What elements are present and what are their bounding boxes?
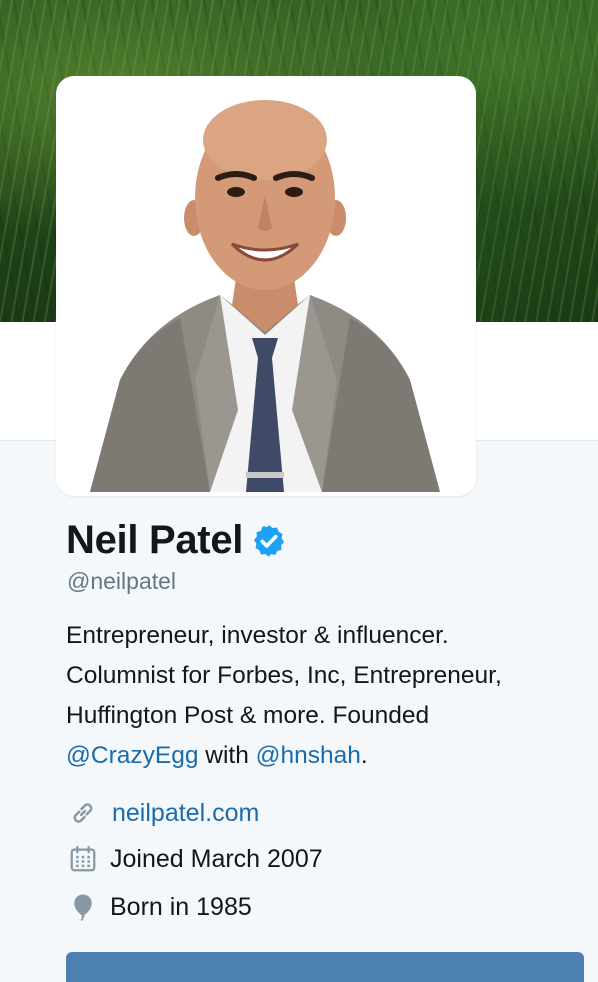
link-icon	[66, 796, 100, 830]
bio-line: Entrepreneur, investor & influencer.	[66, 622, 449, 649]
profile-action-button[interactable]	[66, 952, 584, 982]
bio-text: with	[198, 742, 256, 769]
verified-badge-icon	[254, 524, 285, 557]
bio-line: Columnist for Forbes, Inc, Entrepreneur,	[66, 662, 502, 689]
mention-link-hnshah[interactable]: @hnshah	[256, 742, 361, 769]
balloon-icon	[66, 890, 100, 924]
bio-text: .	[360, 742, 368, 769]
profile-birth-year: Born in 1985	[110, 892, 252, 921]
profile-website-row: neilpatel.com	[66, 796, 259, 830]
bio-line: Huffington Post & more. Founded	[66, 702, 430, 729]
profile-website-link[interactable]: neilpatel.com	[112, 799, 259, 828]
profile-joined-date: Joined March 2007	[110, 844, 323, 873]
profile-handle[interactable]: @neilpatel	[67, 568, 176, 595]
profile-name-row: Neil Patel	[66, 518, 287, 563]
avatar-photo	[60, 80, 472, 492]
profile-bio: Entrepreneur, investor & influencer. Col…	[66, 616, 586, 776]
mention-link-crazyegg[interactable]: @CrazyEgg	[66, 742, 198, 769]
profile-joined-row: Joined March 2007	[66, 842, 323, 876]
profile-avatar[interactable]	[56, 76, 476, 496]
profile-birthday-row: Born in 1985	[66, 890, 252, 924]
profile-name[interactable]: Neil Patel	[66, 518, 243, 563]
calendar-icon	[66, 842, 100, 876]
bio-line: @CrazyEgg with @hnshah.	[66, 736, 586, 776]
